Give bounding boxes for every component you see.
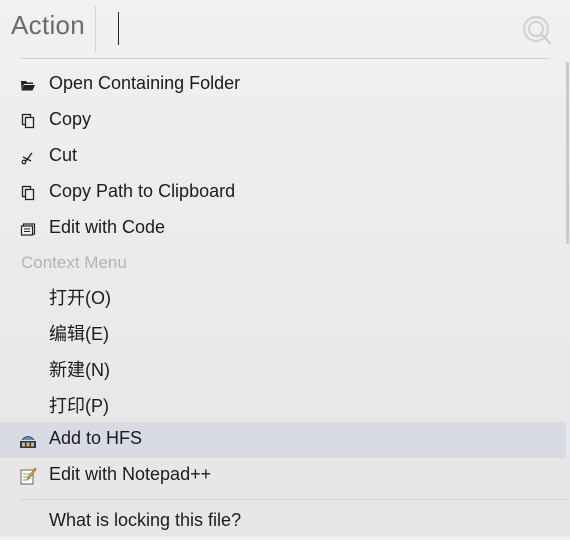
item-label: 编辑(E): [49, 324, 109, 344]
hfs-icon: [20, 436, 36, 448]
context-open[interactable]: 打开(O): [0, 278, 566, 314]
header-divider: [95, 6, 96, 52]
scissors-icon: [21, 152, 33, 165]
item-label: Cut: [49, 145, 78, 165]
item-label: What is locking this file?: [49, 510, 242, 530]
item-label: 新建(N): [49, 360, 110, 380]
header: Action: [0, 0, 570, 58]
code-editor-icon: [20, 223, 36, 236]
context-new[interactable]: 新建(N): [0, 350, 566, 386]
copy-icon: [21, 185, 35, 201]
action-copy-path[interactable]: Copy Path to Clipboard: [0, 175, 566, 211]
action-copy[interactable]: Copy: [0, 103, 566, 139]
page-title: Action: [11, 10, 86, 40]
action-cut[interactable]: Cut: [0, 139, 566, 175]
context-print[interactable]: 打印(P): [0, 386, 566, 422]
folder-open-icon: [21, 81, 35, 91]
header-underline: [20, 58, 550, 59]
item-label: Copy: [49, 109, 92, 129]
search-input[interactable]: [118, 12, 119, 45]
scrollbar[interactable]: [566, 62, 569, 244]
action-edit-with-code[interactable]: Edit with Code: [0, 211, 566, 247]
copy-icon: [21, 113, 35, 129]
context-edit-notepad-plus-plus[interactable]: Edit with Notepad++: [0, 458, 566, 494]
context-divider: [20, 499, 566, 500]
item-label: Edit with Code: [49, 217, 166, 237]
item-label: Open Containing Folder: [49, 73, 241, 93]
item-label: Edit with Notepad++: [49, 464, 212, 484]
item-label: Copy Path to Clipboard: [49, 181, 236, 201]
item-label: 打印(P): [49, 396, 109, 416]
section-context-menu: Context Menu: [21, 253, 127, 272]
item-label: 打开(O): [49, 288, 111, 308]
notepad-plus-plus-icon: [20, 467, 37, 485]
context-add-to-hfs[interactable]: Add to HFS: [0, 422, 566, 458]
context-edit[interactable]: 编辑(E): [0, 314, 566, 350]
context-what-is-locking[interactable]: What is locking this file?: [0, 504, 566, 540]
item-label: Add to HFS: [49, 428, 143, 448]
search-refresh-icon[interactable]: [519, 12, 553, 46]
action-open-containing-folder[interactable]: Open Containing Folder: [0, 67, 566, 103]
